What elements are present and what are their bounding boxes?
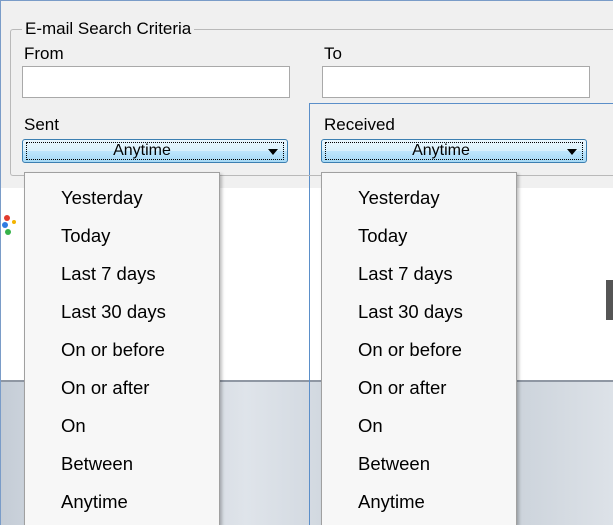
received-option[interactable]: Last 7 days — [358, 263, 453, 285]
received-selected-value: Anytime — [412, 142, 470, 159]
to-label: To — [324, 44, 342, 63]
sent-option[interactable]: Today — [61, 225, 110, 247]
received-dropdown[interactable]: Anytime — [321, 139, 587, 163]
to-field[interactable] — [322, 66, 590, 98]
received-option[interactable]: On or before — [358, 339, 462, 361]
received-option[interactable]: Last 30 days — [358, 301, 463, 323]
sent-option[interactable]: Yesterday — [61, 187, 143, 209]
sent-option[interactable]: Anytime — [61, 491, 128, 513]
sent-option[interactable]: On or before — [61, 339, 165, 361]
chevron-down-icon[interactable] — [268, 149, 278, 155]
from-field[interactable] — [22, 66, 290, 98]
received-option[interactable]: Today — [358, 225, 407, 247]
received-options-list: Yesterday Today Last 7 days Last 30 days… — [321, 172, 517, 525]
sent-option[interactable]: On or after — [61, 377, 149, 399]
received-option[interactable]: Between — [358, 453, 430, 475]
from-label: From — [24, 44, 64, 63]
received-option[interactable]: Anytime — [358, 491, 425, 513]
scrollbar-fragment — [606, 280, 613, 320]
sent-option[interactable]: On — [61, 415, 86, 437]
chevron-down-icon[interactable] — [567, 149, 577, 155]
window-frame-top — [0, 0, 613, 1]
received-option[interactable]: On — [358, 415, 383, 437]
sent-option[interactable]: Between — [61, 453, 133, 475]
app-logo-icon — [2, 215, 16, 235]
sent-options-list: Yesterday Today Last 7 days Last 30 days… — [24, 172, 220, 525]
sent-option[interactable]: Last 30 days — [61, 301, 166, 323]
sent-option[interactable]: Last 7 days — [61, 263, 156, 285]
received-label: Received — [324, 115, 395, 134]
sent-selected-value: Anytime — [113, 142, 171, 159]
received-option[interactable]: Yesterday — [358, 187, 440, 209]
received-option[interactable]: On or after — [358, 377, 446, 399]
sent-dropdown[interactable]: Anytime — [22, 139, 288, 163]
group-title: E-mail Search Criteria — [22, 18, 195, 40]
sent-label: Sent — [24, 115, 59, 134]
